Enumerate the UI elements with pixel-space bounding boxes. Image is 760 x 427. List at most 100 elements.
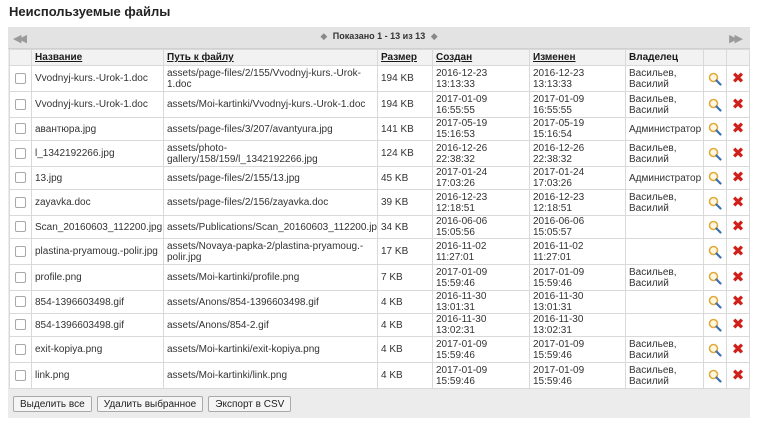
header-size[interactable]: Размер (377, 49, 433, 66)
magnifier-icon[interactable] (708, 98, 722, 112)
view-cell (703, 91, 727, 118)
cell-path: assets/Novaya-papka-2/plastina-pryamoug.… (163, 238, 378, 265)
delete-x-icon[interactable]: ✖ (732, 146, 745, 161)
cell-modified: 2017-01-09 15:59:46 (529, 264, 626, 291)
delete-x-icon[interactable]: ✖ (732, 368, 745, 383)
table-row: Scan_20160603_112200.jpg assets/Publicati… (9, 215, 750, 239)
cell-name: l_1342192266.jpg (31, 140, 164, 167)
header-view (703, 49, 727, 66)
cell-path: assets/photo-gallery/158/159/l_134219226… (163, 140, 378, 167)
table-row: profile.png assets/Moi-kartinki/profile.p… (9, 264, 750, 291)
cell-modified: 2016-11-02 11:27:01 (529, 238, 626, 265)
cell-created: 2016-11-30 13:01:31 (432, 290, 530, 314)
pager-last-icon[interactable]: ▶▶ (729, 32, 743, 45)
magnifier-icon[interactable] (708, 271, 722, 285)
row-checkbox-cell (9, 362, 32, 389)
cell-owner: Васильев, Василий (625, 140, 704, 167)
pager-prev-icon[interactable]: ◆ (320, 31, 327, 41)
row-checkbox[interactable] (15, 296, 26, 308)
delete-x-icon[interactable]: ✖ (732, 317, 745, 332)
table-row: 854-1396603498.gif assets/Anons/854-13966… (9, 290, 750, 314)
cell-created: 2016-06-06 15:05:56 (432, 215, 530, 239)
files-panel: ◀◀ ◆ Показано 1 - 13 из 13 ◆ ▶▶ Название… (8, 27, 750, 418)
cell-size: 141 KB (377, 117, 433, 141)
magnifier-icon[interactable] (708, 72, 722, 86)
magnifier-icon[interactable] (708, 122, 722, 136)
cell-path: assets/Moi-kartinki/profile.png (163, 264, 378, 291)
view-cell (703, 238, 727, 265)
cell-owner: Васильев, Василий (625, 362, 704, 389)
row-checkbox[interactable] (15, 72, 26, 84)
cell-owner (625, 238, 704, 265)
files-table: Название Путь к файлу Размер Создан Изме… (9, 49, 750, 389)
row-checkbox[interactable] (15, 172, 26, 184)
cell-name: 854-1396603498.gif (31, 290, 164, 314)
row-checkbox[interactable] (15, 98, 26, 110)
magnifier-icon[interactable] (708, 343, 722, 357)
cell-size: 39 KB (377, 189, 433, 216)
delete-x-icon[interactable]: ✖ (732, 270, 745, 285)
magnifier-icon[interactable] (708, 196, 722, 210)
delete-cell: ✖ (726, 91, 750, 118)
cell-created: 2017-01-24 17:03:26 (432, 166, 530, 190)
cell-modified: 2017-01-09 16:55:55 (529, 91, 626, 118)
select-all-button[interactable]: Выделить все (13, 396, 92, 412)
row-checkbox[interactable] (15, 319, 26, 331)
row-checkbox[interactable] (15, 221, 26, 233)
row-checkbox[interactable] (15, 245, 26, 257)
delete-cell: ✖ (726, 140, 750, 167)
cell-created: 2017-01-09 16:55:55 (432, 91, 530, 118)
delete-x-icon[interactable]: ✖ (732, 244, 745, 259)
header-path[interactable]: Путь к файлу (163, 49, 378, 66)
delete-x-icon[interactable]: ✖ (732, 121, 745, 136)
cell-name: 854-1396603498.gif (31, 313, 164, 337)
row-checkbox[interactable] (15, 147, 26, 159)
delete-x-icon[interactable]: ✖ (732, 294, 745, 309)
delete-x-icon[interactable]: ✖ (732, 97, 745, 112)
row-checkbox[interactable] (15, 196, 26, 208)
page-title: Неиспользуемые файлы (9, 4, 171, 19)
cell-path: assets/page-files/2/156/zayavka.doc (163, 189, 378, 216)
magnifier-icon[interactable] (708, 245, 722, 259)
magnifier-icon[interactable] (708, 369, 722, 383)
magnifier-icon[interactable] (708, 295, 722, 309)
delete-selected-button[interactable]: Удалить выбранное (96, 396, 204, 412)
cell-name: авантюра.jpg (31, 117, 164, 141)
view-cell (703, 336, 727, 363)
magnifier-icon[interactable] (708, 171, 722, 185)
view-cell (703, 264, 727, 291)
row-checkbox[interactable] (15, 271, 26, 283)
table-row: 13.jpg assets/page-files/2/155/13.jpg 45 K… (9, 166, 750, 190)
header-modified[interactable]: Изменен (529, 49, 626, 66)
magnifier-icon[interactable] (708, 147, 722, 161)
cell-path: assets/page-files/2/155/13.jpg (163, 166, 378, 190)
pager-label: Показано 1 - 13 из 13 (332, 31, 426, 41)
cell-size: 124 KB (377, 140, 433, 167)
delete-x-icon[interactable]: ✖ (732, 170, 745, 185)
delete-x-icon[interactable]: ✖ (732, 195, 745, 210)
cell-owner: Васильев, Василий (625, 65, 704, 92)
delete-x-icon[interactable]: ✖ (732, 342, 745, 357)
delete-cell: ✖ (726, 290, 750, 314)
pager-next-icon[interactable]: ◆ (431, 31, 438, 41)
table-row: plastina-pryamoug.-polir.jpg assets/Novay… (9, 238, 750, 265)
row-checkbox[interactable] (15, 369, 26, 381)
header-name[interactable]: Название (31, 49, 164, 66)
cell-path: assets/page-files/3/207/avantyura.jpg (163, 117, 378, 141)
table-row: l_1342192266.jpg assets/photo-gallery/158… (9, 140, 750, 167)
row-checkbox[interactable] (15, 123, 26, 135)
view-cell (703, 189, 727, 216)
cell-owner: Васильев, Василий (625, 189, 704, 216)
delete-x-icon[interactable]: ✖ (732, 71, 745, 86)
header-delete (726, 49, 750, 66)
header-created[interactable]: Создан (432, 49, 530, 66)
cell-size: 4 KB (377, 290, 433, 314)
row-checkbox[interactable] (15, 343, 26, 355)
row-checkbox-cell (9, 140, 32, 167)
cell-name: Vvodnyj-kurs.-Urok-1.doc (31, 91, 164, 118)
cell-created: 2016-11-02 11:27:01 (432, 238, 530, 265)
magnifier-icon[interactable] (708, 318, 722, 332)
delete-x-icon[interactable]: ✖ (732, 219, 745, 234)
export-csv-button[interactable]: Экспорт в CSV (208, 396, 292, 412)
magnifier-icon[interactable] (708, 220, 722, 234)
